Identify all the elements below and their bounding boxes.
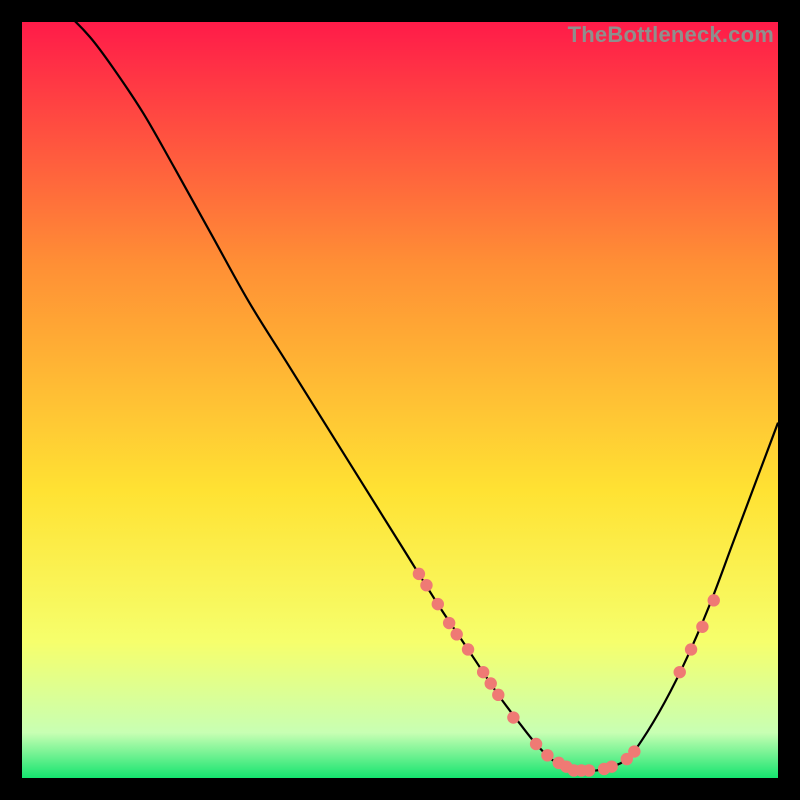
curve-dot [451, 628, 463, 640]
gradient-background [22, 22, 778, 778]
curve-dot [605, 760, 617, 772]
curve-dot [492, 689, 504, 701]
curve-dot [477, 666, 489, 678]
curve-dot [541, 749, 553, 761]
curve-dot [674, 666, 686, 678]
curve-dot [443, 617, 455, 629]
curve-dot [432, 598, 444, 610]
curve-dot [420, 579, 432, 591]
curve-dot [708, 594, 720, 606]
watermark-text: TheBottleneck.com [568, 22, 774, 48]
bottleneck-chart [22, 22, 778, 778]
curve-dot [413, 568, 425, 580]
curve-dot [583, 764, 595, 776]
curve-dot [685, 643, 697, 655]
chart-frame: TheBottleneck.com [22, 22, 778, 778]
curve-dot [485, 677, 497, 689]
curve-dot [507, 711, 519, 723]
curve-dot [462, 643, 474, 655]
curve-dot [628, 745, 640, 757]
curve-dot [530, 738, 542, 750]
curve-dot [696, 621, 708, 633]
